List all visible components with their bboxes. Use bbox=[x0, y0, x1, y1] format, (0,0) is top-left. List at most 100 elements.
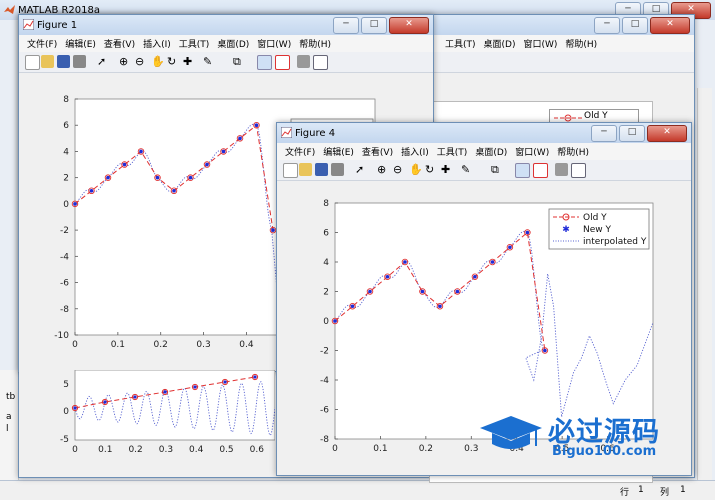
open-file-icon[interactable] bbox=[41, 55, 54, 68]
new-y-point bbox=[403, 260, 407, 264]
menu-desktop[interactable]: 桌面(D) bbox=[475, 145, 507, 158]
figure-1-titlebar[interactable]: Figure 1 ─ □ ✕ bbox=[19, 15, 433, 35]
x-tick-label: 0.2 bbox=[419, 444, 433, 454]
legend-icon[interactable] bbox=[533, 163, 548, 178]
menu-window[interactable]: 窗口(W) bbox=[515, 145, 549, 158]
colorbar-icon[interactable] bbox=[515, 163, 530, 178]
new-figure-icon[interactable] bbox=[25, 55, 40, 70]
y-tick-label: 0 bbox=[323, 317, 329, 327]
print-icon[interactable] bbox=[73, 55, 86, 68]
zoom-in-icon[interactable]: ⊕ bbox=[119, 55, 132, 68]
hide-plot-tools-icon[interactable] bbox=[555, 163, 568, 176]
zoom-out-icon[interactable]: ⊖ bbox=[393, 163, 406, 176]
lower-x-tick-label: 0.1 bbox=[98, 445, 112, 455]
pointer-icon[interactable]: ➚ bbox=[355, 163, 368, 176]
menu-tools[interactable]: 工具(T) bbox=[179, 37, 210, 50]
new-y-point bbox=[155, 175, 160, 180]
menu-help[interactable]: 帮助(H) bbox=[565, 37, 597, 50]
x-tick-label: 0.3 bbox=[464, 444, 478, 454]
y-tick-label: 0 bbox=[63, 200, 69, 210]
y-tick-label: 8 bbox=[63, 95, 69, 105]
menu-insert[interactable]: 插入(I) bbox=[401, 145, 429, 158]
menu-insert[interactable]: 插入(I) bbox=[143, 37, 171, 50]
new-figure-icon[interactable] bbox=[283, 163, 298, 178]
rotate-icon[interactable]: ↻ bbox=[167, 55, 180, 68]
x-tick-label: 0 bbox=[72, 340, 78, 350]
maximize-button[interactable]: □ bbox=[619, 125, 645, 142]
colorbar-icon[interactable] bbox=[257, 55, 272, 70]
menu-desktop[interactable]: 桌面(D) bbox=[484, 37, 516, 50]
y-tick-label: -4 bbox=[320, 376, 329, 386]
menu-window[interactable]: 窗口(W) bbox=[257, 37, 291, 50]
new-y-point bbox=[73, 202, 77, 206]
figure-icon bbox=[281, 127, 292, 138]
legend-label: interpolated Y bbox=[583, 237, 647, 247]
hide-plot-tools-icon[interactable] bbox=[297, 55, 310, 68]
new-y-point bbox=[508, 245, 512, 250]
link-plot-icon[interactable]: ⧉ bbox=[233, 55, 246, 68]
menu-edit[interactable]: 编辑(E) bbox=[65, 37, 96, 50]
data-cursor-icon[interactable]: ✚ bbox=[183, 55, 196, 68]
lower-plot: 50-50 0.1 0.2 0.3 0.4 0.5 0.6 bbox=[60, 369, 276, 455]
legend-label: New Y bbox=[583, 225, 611, 235]
status-bar: 行 1 列 1 bbox=[0, 480, 715, 500]
close-button[interactable]: ✕ bbox=[389, 17, 429, 34]
menu-help[interactable]: 帮助(H) bbox=[299, 37, 331, 50]
new-y-point bbox=[205, 162, 209, 167]
show-plot-tools-icon[interactable] bbox=[313, 55, 328, 70]
lower-y-tick-label: -5 bbox=[60, 435, 69, 445]
link-plot-icon[interactable]: ⧉ bbox=[491, 163, 504, 176]
zoom-in-icon[interactable]: ⊕ bbox=[377, 163, 390, 176]
figure-4-menubar: 文件(F) 编辑(E) 查看(V) 插入(I) 工具(T) 桌面(D) 窗口(W… bbox=[277, 143, 691, 160]
minimize-button[interactable]: ─ bbox=[333, 17, 359, 34]
y-tick-label: 2 bbox=[323, 288, 329, 298]
save-icon[interactable] bbox=[315, 163, 328, 176]
save-icon[interactable] bbox=[57, 55, 70, 68]
minimize-button[interactable]: ─ bbox=[594, 17, 620, 34]
x-tick-label: 0.3 bbox=[196, 340, 210, 350]
col-label: 列 bbox=[660, 488, 670, 498]
maximize-button[interactable]: □ bbox=[622, 17, 648, 34]
menu-help[interactable]: 帮助(H) bbox=[557, 145, 589, 158]
brush-icon[interactable]: ✎ bbox=[461, 163, 474, 176]
open-file-icon[interactable] bbox=[299, 163, 312, 176]
legend-icon[interactable] bbox=[275, 55, 290, 70]
lower-x-tick-label: 0.5 bbox=[219, 445, 233, 455]
menu-tools[interactable]: 工具(T) bbox=[437, 145, 468, 158]
menu-window[interactable]: 窗口(W) bbox=[523, 37, 557, 50]
menu-edit[interactable]: 编辑(E) bbox=[323, 145, 354, 158]
new-y-point bbox=[188, 175, 193, 180]
close-button[interactable]: ✕ bbox=[647, 125, 687, 142]
figure-4-titlebar[interactable]: Figure 4 ─ □ ✕ bbox=[277, 123, 691, 143]
lower-y-tick-label: 5 bbox=[63, 380, 69, 390]
new-y-point bbox=[89, 188, 94, 193]
menu-file[interactable]: 文件(F) bbox=[285, 145, 315, 158]
print-icon[interactable] bbox=[331, 163, 344, 176]
y-tick-label: 6 bbox=[323, 229, 329, 239]
y-tick-label: 6 bbox=[63, 121, 69, 131]
data-cursor-icon[interactable]: ✚ bbox=[441, 163, 454, 176]
rotate-icon[interactable]: ↻ bbox=[425, 163, 438, 176]
graduation-cap-icon bbox=[480, 416, 542, 449]
pan-icon[interactable]: ✋ bbox=[409, 163, 423, 176]
pan-icon[interactable]: ✋ bbox=[151, 55, 165, 68]
close-button[interactable]: ✕ bbox=[650, 17, 690, 34]
menu-view[interactable]: 查看(V) bbox=[104, 37, 135, 50]
y-tick-label: 4 bbox=[63, 147, 69, 157]
zoom-out-icon[interactable]: ⊖ bbox=[135, 55, 148, 68]
menu-desktop[interactable]: 桌面(D) bbox=[217, 37, 249, 50]
x-tick-label: 0.4 bbox=[239, 340, 254, 350]
brush-icon[interactable]: ✎ bbox=[203, 55, 216, 68]
lower-new-y-point bbox=[133, 395, 137, 399]
menu-view[interactable]: 查看(V) bbox=[362, 145, 393, 158]
menu-file[interactable]: 文件(F) bbox=[27, 37, 57, 50]
maximize-button[interactable]: □ bbox=[361, 17, 387, 34]
minimize-button[interactable]: ─ bbox=[591, 125, 617, 142]
menu-tools[interactable]: 工具(T) bbox=[445, 37, 476, 50]
figure-4-title: Figure 4 bbox=[295, 127, 336, 139]
lower-x-tick-label: 0.2 bbox=[128, 445, 142, 455]
show-plot-tools-icon[interactable] bbox=[571, 163, 586, 178]
new-y-point bbox=[420, 289, 425, 294]
figure-1-toolbar: ➚ ⊕ ⊖ ✋ ↻ ✚ ✎ ⧉ bbox=[19, 52, 433, 73]
pointer-icon[interactable]: ➚ bbox=[97, 55, 110, 68]
